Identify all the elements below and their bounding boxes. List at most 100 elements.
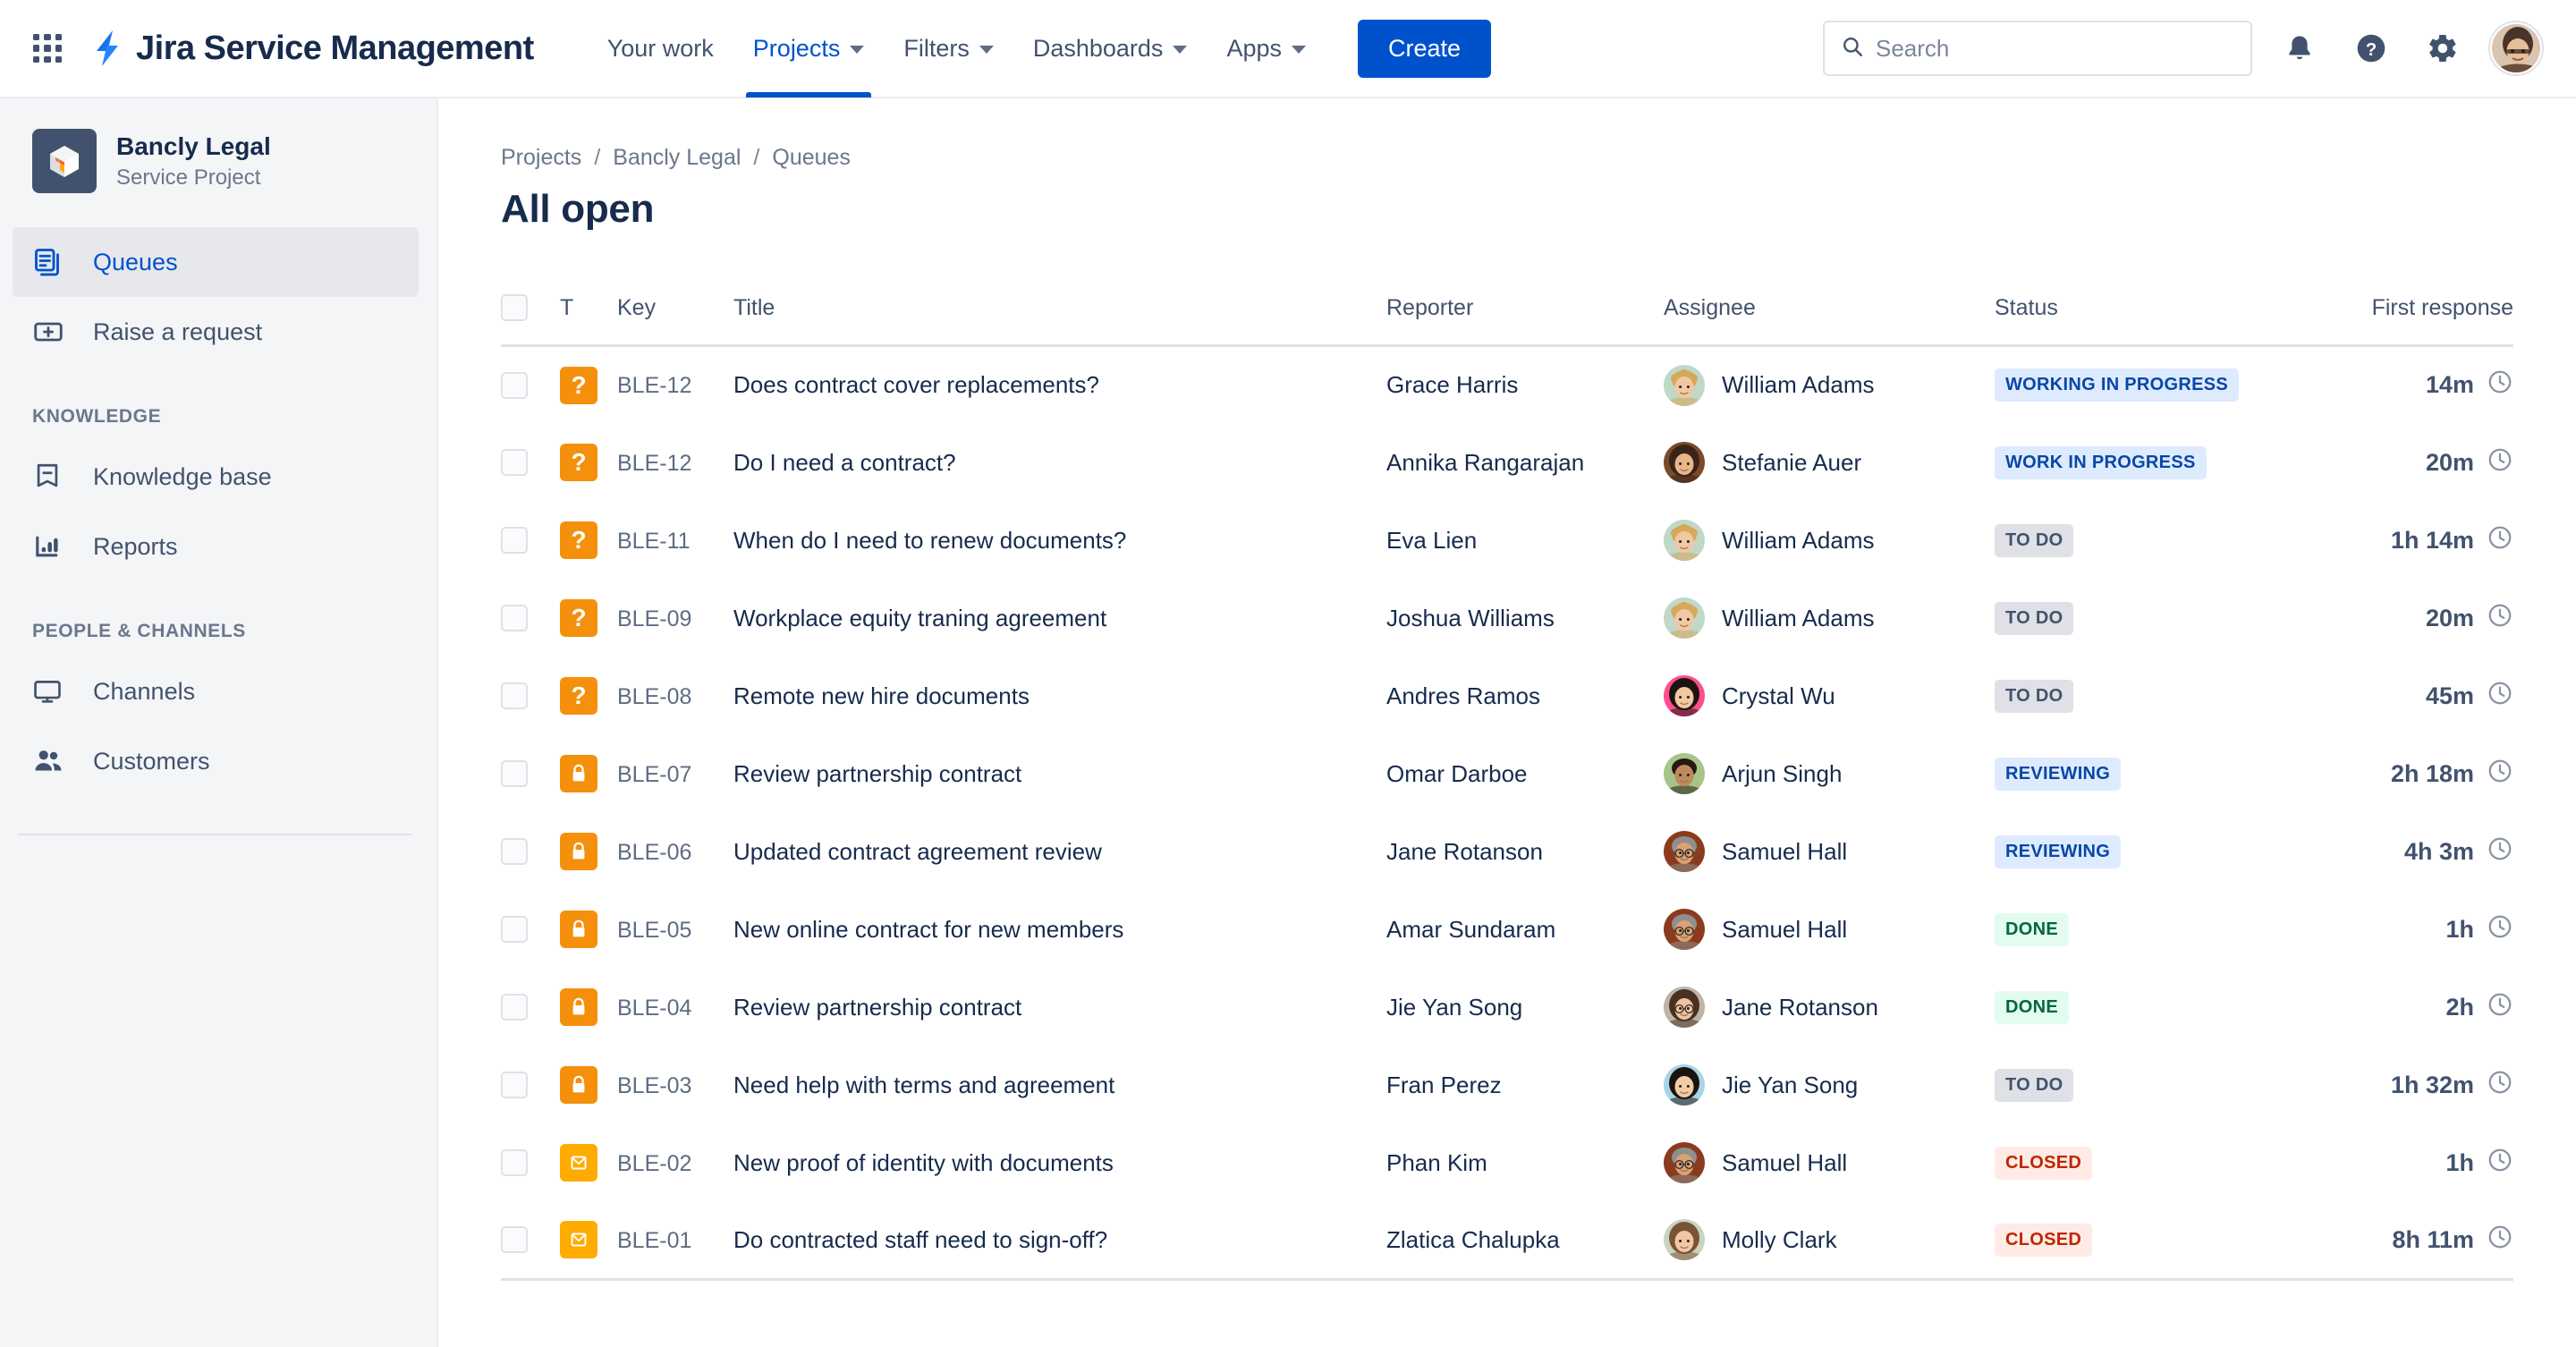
sidebar-item-channels[interactable]: Channels xyxy=(0,657,419,726)
issue-key-link[interactable]: BLE-01 xyxy=(617,1228,691,1253)
table-row[interactable]: BLE-01 Do contracted staff need to sign-… xyxy=(501,1201,2513,1281)
row-checkbox[interactable] xyxy=(501,371,528,399)
grid-apps-icon[interactable] xyxy=(27,28,68,69)
search-box[interactable] xyxy=(1823,21,2252,76)
issue-key-link[interactable]: BLE-11 xyxy=(617,529,691,554)
issue-title-link[interactable]: Review partnership contract xyxy=(733,994,1021,1021)
table-row[interactable]: ? BLE-09 Workplace equity traning agreem… xyxy=(501,580,2513,657)
nav-dashboards[interactable]: Dashboards xyxy=(1013,0,1208,97)
issue-key-link[interactable]: BLE-04 xyxy=(617,995,691,1021)
row-checkbox[interactable] xyxy=(501,1072,528,1098)
status-badge[interactable]: TO DO xyxy=(1995,601,2074,635)
row-checkbox[interactable] xyxy=(501,994,528,1021)
table-row[interactable]: ? BLE-12 Does contract cover replacement… xyxy=(501,346,2513,424)
create-button[interactable]: Create xyxy=(1357,19,1492,78)
column-first-response[interactable]: First response xyxy=(2326,294,2513,347)
issue-title-link[interactable]: New online contract for new members xyxy=(733,916,1123,943)
table-row[interactable]: ? BLE-12 Do I need a contract? Annika Ra… xyxy=(501,424,2513,502)
table-row[interactable]: BLE-03 Need help with terms and agreemen… xyxy=(501,1046,2513,1124)
nav-apps[interactable]: Apps xyxy=(1207,0,1326,97)
column-assignee[interactable]: Assignee xyxy=(1664,294,1995,347)
status-badge[interactable]: WORKING IN PROGRESS xyxy=(1995,369,2240,402)
table-row[interactable]: ? BLE-08 Remote new hire documents Andre… xyxy=(501,657,2513,735)
issue-key-link[interactable]: BLE-02 xyxy=(617,1151,691,1176)
help-circle-icon[interactable]: ? xyxy=(2347,24,2395,72)
nav-projects[interactable]: Projects xyxy=(733,0,885,97)
row-checkbox[interactable] xyxy=(501,1149,528,1176)
issue-title-link[interactable]: Updated contract agreement review xyxy=(733,838,1102,865)
sidebar-item-customers[interactable]: Customers xyxy=(0,726,419,796)
nav-your-work[interactable]: Your work xyxy=(588,0,733,97)
sidebar-item-queues[interactable]: Queues xyxy=(13,227,419,297)
issue-key-link[interactable]: BLE-12 xyxy=(617,373,691,398)
issue-title-link[interactable]: Do I need a contract? xyxy=(733,449,956,476)
row-key-cell: BLE-02 xyxy=(617,1124,733,1202)
status-badge[interactable]: CLOSED xyxy=(1995,1223,2093,1257)
column-reporter[interactable]: Reporter xyxy=(1386,294,1664,347)
issue-title-link[interactable]: Need help with terms and agreement xyxy=(733,1072,1114,1098)
issue-title-link[interactable]: New proof of identity with documents xyxy=(733,1149,1114,1176)
column-key[interactable]: Key xyxy=(617,294,733,347)
user-avatar[interactable] xyxy=(2490,22,2542,74)
table-row[interactable]: BLE-07 Review partnership contract Omar … xyxy=(501,735,2513,813)
nav-filters[interactable]: Filters xyxy=(884,0,1013,97)
table-row[interactable]: BLE-05 New online contract for new membe… xyxy=(501,891,2513,969)
sidebar-item-raise-a-request[interactable]: Raise a request xyxy=(0,297,419,367)
status-badge[interactable]: REVIEWING xyxy=(1995,757,2122,791)
status-badge[interactable]: TO DO xyxy=(1995,1068,2074,1102)
issue-title-link[interactable]: Does contract cover replacements? xyxy=(733,371,1099,398)
row-checkbox[interactable] xyxy=(501,760,528,787)
table-row[interactable]: BLE-02 New proof of identity with docume… xyxy=(501,1124,2513,1202)
row-checkbox[interactable] xyxy=(501,916,528,943)
bell-icon[interactable] xyxy=(2275,24,2324,72)
status-badge[interactable]: TO DO xyxy=(1995,523,2074,557)
status-badge[interactable]: DONE xyxy=(1995,912,2069,946)
issue-key-link[interactable]: BLE-08 xyxy=(617,684,691,709)
status-badge[interactable]: CLOSED xyxy=(1995,1146,2093,1180)
row-checkbox[interactable] xyxy=(501,527,528,554)
sidebar-item-knowledge-base[interactable]: Knowledge base xyxy=(0,442,419,512)
table-row[interactable]: ? BLE-11 When do I need to renew documen… xyxy=(501,502,2513,580)
issue-key-link[interactable]: BLE-07 xyxy=(617,762,691,787)
lock-icon xyxy=(560,988,597,1026)
column-title[interactable]: Title xyxy=(733,294,1386,347)
sidebar-item-reports[interactable]: Reports xyxy=(0,512,419,581)
issue-key-link[interactable]: BLE-12 xyxy=(617,451,691,476)
column-status[interactable]: Status xyxy=(1995,294,2326,347)
breadcrumb-item-project[interactable]: Bancly Legal xyxy=(613,145,741,171)
status-badge[interactable]: DONE xyxy=(1995,990,2069,1024)
row-title-cell: Updated contract agreement review xyxy=(733,813,1386,891)
row-checkbox[interactable] xyxy=(501,605,528,631)
issue-title-link[interactable]: Workplace equity traning agreement xyxy=(733,605,1106,631)
column-type[interactable]: T xyxy=(560,294,617,347)
issue-title-link[interactable]: Review partnership contract xyxy=(733,760,1021,787)
status-badge[interactable]: TO DO xyxy=(1995,679,2074,713)
table-row[interactable]: BLE-06 Updated contract agreement review… xyxy=(501,813,2513,891)
project-header[interactable]: Bancly Legal Service Project xyxy=(0,129,436,193)
issue-key-link[interactable]: BLE-09 xyxy=(617,606,691,631)
breadcrumb-item-projects[interactable]: Projects xyxy=(501,145,581,171)
table-row[interactable]: BLE-04 Review partnership contract Jie Y… xyxy=(501,969,2513,1046)
breadcrumb-item-queues[interactable]: Queues xyxy=(772,145,851,171)
issue-title-link[interactable]: When do I need to renew documents? xyxy=(733,527,1126,554)
status-badge[interactable]: WORK IN PROGRESS xyxy=(1995,445,2207,479)
row-assignee-cell: William Adams xyxy=(1664,346,1995,424)
issue-key-link[interactable]: BLE-03 xyxy=(617,1073,691,1098)
row-checkbox[interactable] xyxy=(501,838,528,865)
row-checkbox[interactable] xyxy=(501,449,528,476)
row-title-cell: New proof of identity with documents xyxy=(733,1124,1386,1202)
gear-icon[interactable] xyxy=(2419,24,2467,72)
row-checkbox[interactable] xyxy=(501,1226,528,1254)
row-status-cell: DONE xyxy=(1995,891,2326,969)
status-badge[interactable]: REVIEWING xyxy=(1995,834,2122,868)
search-input[interactable] xyxy=(1876,34,2234,63)
row-checkbox[interactable] xyxy=(501,682,528,709)
issue-key-link[interactable]: BLE-06 xyxy=(617,840,691,865)
issue-title-link[interactable]: Do contracted staff need to sign-off? xyxy=(733,1226,1107,1253)
issue-key-link[interactable]: BLE-05 xyxy=(617,918,691,943)
row-assignee-cell: Crystal Wu xyxy=(1664,657,1995,735)
product-home-link[interactable]: Jira Service Management xyxy=(89,29,534,68)
issue-title-link[interactable]: Remote new hire documents xyxy=(733,682,1030,709)
row-key-cell: BLE-09 xyxy=(617,580,733,657)
select-all-checkbox[interactable] xyxy=(501,294,528,321)
